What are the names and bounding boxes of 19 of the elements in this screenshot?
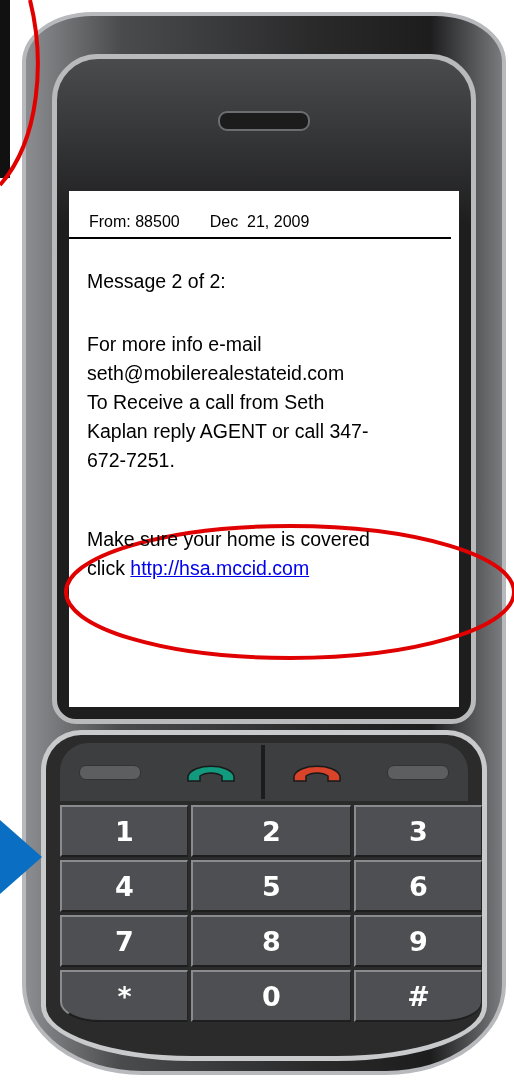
- date-label: Dec 21, 2009: [209, 213, 310, 232]
- keypad-key[interactable]: 8: [191, 915, 351, 967]
- keypad-key[interactable]: 4: [60, 860, 188, 912]
- keypad-key[interactable]: 3: [354, 805, 482, 857]
- keypad-key[interactable]: 5: [191, 860, 351, 912]
- url-link[interactable]: http://hsa.mccid.com: [130, 557, 310, 579]
- pointer-arrow-icon: [0, 820, 42, 894]
- keypad-key[interactable]: #: [354, 970, 482, 1022]
- keypad-key[interactable]: 7: [60, 915, 188, 967]
- keypad-key[interactable]: 9: [354, 915, 482, 967]
- speaker-icon: [218, 111, 310, 131]
- message-header: Message 2 of 2:: [87, 269, 227, 294]
- sender-label: From: 88500: [89, 213, 180, 232]
- keypad-key[interactable]: 1: [60, 805, 188, 857]
- keypad-key[interactable]: 0: [191, 970, 351, 1022]
- message-paragraph: For more info e-mail seth@mobilerealestateid.com To Receive a call from Seth Kaplan reply AGENT or call 347- 672-7251.: [87, 332, 370, 473]
- keypad-key[interactable]: *: [60, 970, 188, 1022]
- keypad-key[interactable]: 2: [191, 805, 351, 857]
- keypad-key[interactable]: 6: [354, 860, 482, 912]
